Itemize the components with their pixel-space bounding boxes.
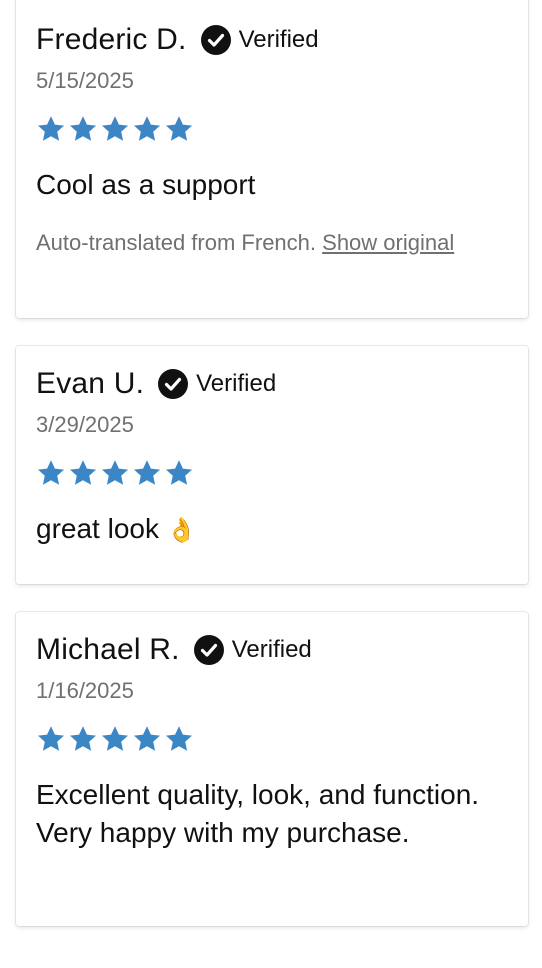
star-icon [132, 114, 164, 144]
star-rating [36, 114, 508, 144]
star-icon [68, 724, 100, 754]
verified-label: Verified [231, 636, 312, 663]
review-card: Evan U. Verified 3/29/2025 great look 👌 [16, 346, 528, 584]
verified-badge: Verified [193, 635, 312, 665]
reviews-list: Frederic D. Verified 5/15/2025 Cool as a… [0, 0, 542, 968]
star-icon [36, 724, 68, 754]
star-icon [164, 458, 196, 488]
reviewer-name: Michael R. [36, 633, 180, 666]
check-circle-icon [193, 635, 224, 665]
star-icon [164, 724, 196, 754]
translation-note-text: Auto-translated from French. [36, 230, 317, 255]
review-text: Excellent quality, look, and function. V… [36, 779, 495, 848]
verified-badge: Verified [200, 25, 319, 55]
review-date: 1/16/2025 [36, 678, 134, 703]
review-header: Frederic D. Verified [36, 20, 508, 60]
star-icon [68, 114, 100, 144]
translation-note: Auto-translated from French. Show origin… [36, 226, 508, 259]
reviewer-name: Frederic D. [36, 23, 187, 56]
review-date: 3/29/2025 [36, 412, 134, 437]
star-icon [68, 458, 100, 488]
review-text: great look 👌 [36, 510, 508, 550]
star-rating [36, 458, 508, 488]
review-card: Frederic D. Verified 5/15/2025 Cool as a… [16, 0, 528, 318]
show-original-link[interactable]: Show original [322, 230, 454, 255]
verified-label: Verified [238, 26, 319, 53]
star-icon [132, 458, 164, 488]
review-date: 5/15/2025 [36, 68, 134, 93]
review-card: Michael R. Verified 1/16/2025 Excellent … [16, 612, 528, 926]
ok-hand-emoji: 👌 [166, 517, 197, 544]
star-icon [132, 724, 164, 754]
star-icon [100, 458, 132, 488]
review-header: Evan U. Verified [36, 364, 508, 404]
reviewer-name: Evan U. [36, 367, 145, 400]
star-icon [100, 724, 132, 754]
verified-label: Verified [196, 370, 277, 397]
check-circle-icon [200, 25, 231, 55]
star-rating [36, 724, 508, 754]
check-circle-icon [158, 369, 189, 399]
review-text-content: great look [36, 513, 159, 544]
star-icon [36, 114, 68, 144]
verified-badge: Verified [158, 369, 276, 399]
review-text: Cool as a support [36, 169, 256, 200]
review-header: Michael R. Verified [36, 630, 508, 670]
star-icon [100, 114, 132, 144]
star-icon [36, 458, 68, 488]
star-icon [164, 114, 196, 144]
